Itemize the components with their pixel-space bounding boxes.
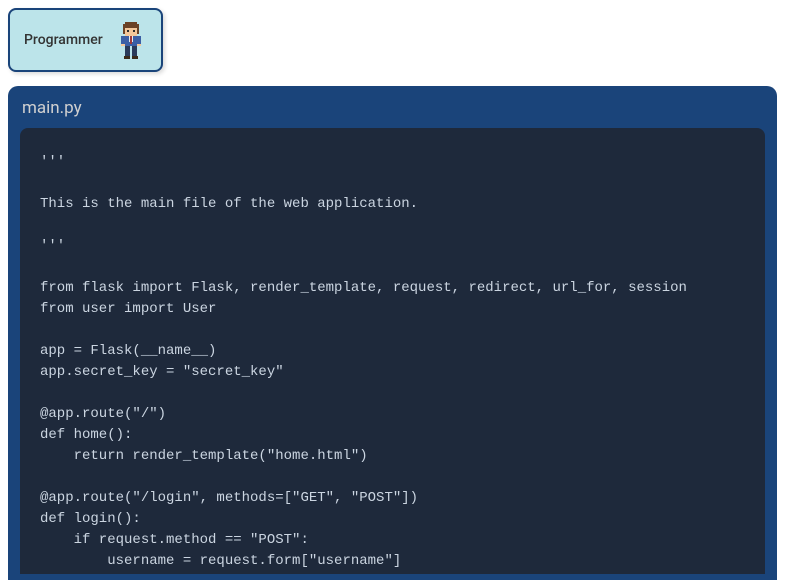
file-name: main.py bbox=[20, 98, 765, 118]
code-panel: main.py ''' This is the main file of the… bbox=[8, 86, 777, 580]
programmer-tab[interactable]: Programmer bbox=[8, 8, 163, 72]
code-block: ''' This is the main file of the web app… bbox=[20, 128, 765, 574]
tab-label: Programmer bbox=[24, 32, 103, 48]
programmer-avatar-icon bbox=[115, 18, 147, 62]
code-content: ''' This is the main file of the web app… bbox=[40, 152, 745, 574]
